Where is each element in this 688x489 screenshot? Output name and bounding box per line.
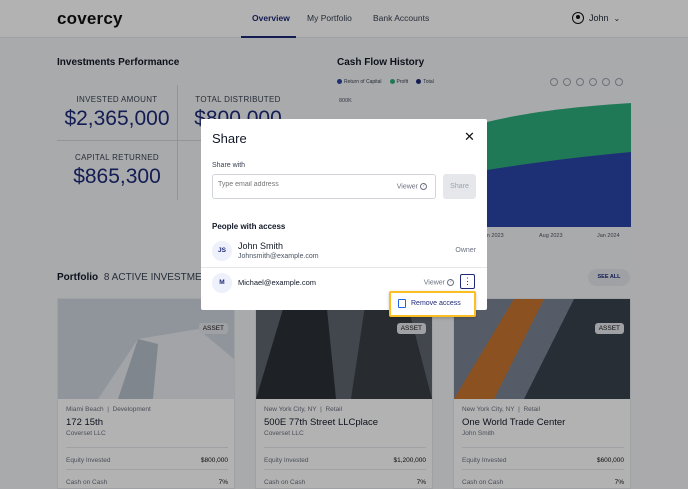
email-field[interactable]: Viewer? xyxy=(212,174,436,199)
close-icon[interactable]: ✕ xyxy=(464,129,475,145)
trash-icon xyxy=(398,299,406,308)
dialog-title: Share xyxy=(212,131,247,146)
role-select[interactable]: Viewer? xyxy=(397,183,427,190)
avatar: M xyxy=(212,273,232,293)
remove-access-item[interactable]: Remove access xyxy=(411,300,461,307)
person-name: John Smith xyxy=(238,241,284,251)
person-email: Johnsmith@example.com xyxy=(238,253,319,260)
avatar: JS xyxy=(212,241,232,261)
person-role: Owner xyxy=(455,247,476,254)
divider xyxy=(201,267,487,268)
email-input[interactable] xyxy=(218,181,378,188)
person-email: Michael@example.com xyxy=(238,278,317,287)
remove-access-menu[interactable]: Remove access xyxy=(389,291,476,317)
people-with-access-title: People with access xyxy=(212,222,286,231)
help-icon: ? xyxy=(447,279,454,286)
share-with-label: Share with xyxy=(212,162,246,169)
person-role-select[interactable]: Viewer? xyxy=(424,279,454,286)
more-options-icon[interactable]: ⋮ xyxy=(460,274,475,289)
share-button[interactable]: Share xyxy=(443,174,476,199)
share-dialog: Share ✕ Share with Viewer? Share People … xyxy=(201,119,487,310)
help-icon: ? xyxy=(420,183,427,190)
